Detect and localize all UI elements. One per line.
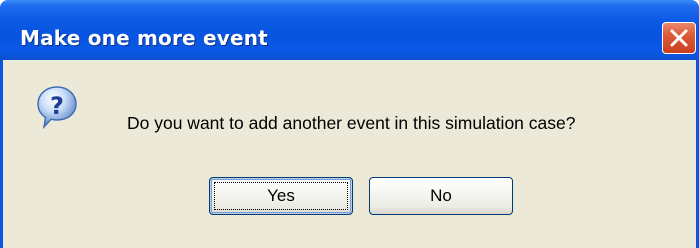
dialog-body: ? Do you want to add another event in th…	[3, 60, 696, 248]
no-button[interactable]: No	[369, 177, 513, 215]
yes-button[interactable]: Yes	[209, 177, 353, 215]
close-icon	[670, 29, 688, 47]
yes-button-label: Yes	[267, 186, 295, 205]
window-title: Make one more event	[20, 26, 268, 50]
question-icon: ?	[37, 86, 77, 129]
close-button[interactable]	[662, 22, 696, 54]
svg-text:?: ?	[50, 92, 64, 120]
no-button-label: No	[430, 186, 452, 205]
dialog-message: Do you want to add another event in this…	[127, 113, 576, 133]
dialog-window: Make one more event ? Do you want to add…	[0, 0, 699, 248]
title-bar[interactable]: Make one more event	[0, 0, 699, 60]
